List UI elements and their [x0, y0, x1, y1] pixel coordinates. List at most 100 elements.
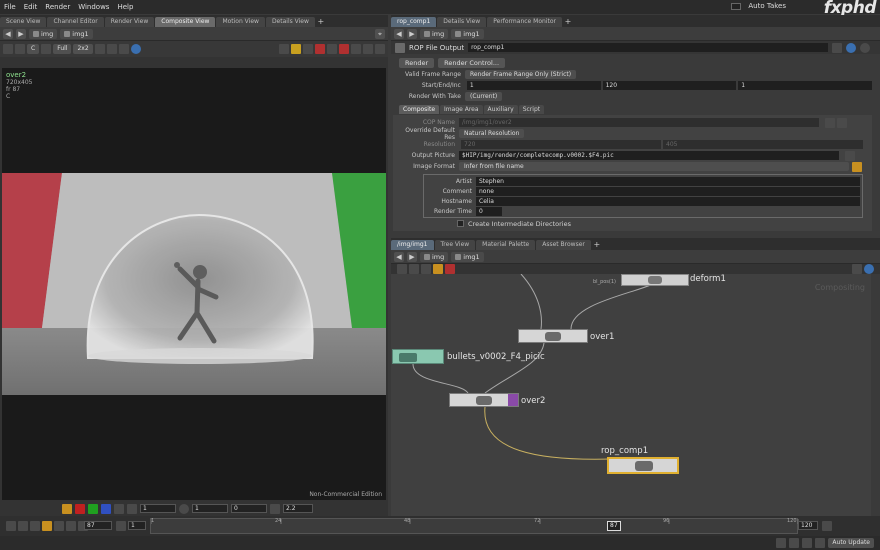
tab-channel-editor[interactable]: Channel Editor	[47, 17, 104, 27]
start-field[interactable]: 1	[466, 81, 601, 90]
tab-network-img1[interactable]: /img/img1	[391, 240, 434, 250]
zoom-in-icon[interactable]	[94, 44, 105, 54]
status-global-icon[interactable]	[789, 538, 800, 548]
menu-help[interactable]: Help	[113, 3, 137, 11]
flag-icon[interactable]	[339, 44, 349, 54]
valid-frame-range-dropdown[interactable]: Render Frame Range Only (Strict)	[465, 70, 577, 79]
add-tab-right-icon[interactable]: +	[563, 17, 573, 27]
net-list-icon[interactable]	[397, 264, 407, 274]
channel-dropdown[interactable]: C	[27, 44, 40, 54]
channel-red-icon[interactable]	[75, 503, 85, 514]
network-editor[interactable]: Compositing deform1 bl_pos(1) over1 bull…	[391, 274, 871, 516]
jump-start-icon[interactable]	[6, 521, 16, 531]
file-browse-icon[interactable]	[845, 150, 855, 161]
channel-alpha-icon[interactable]	[114, 503, 124, 514]
net-view-icon[interactable]	[852, 264, 862, 274]
car-icon[interactable]	[315, 44, 325, 54]
tab-auxiliary[interactable]: Auxiliary	[483, 105, 518, 114]
menu-file[interactable]: File	[0, 3, 20, 11]
net-color-icon[interactable]	[433, 264, 443, 274]
step-forward-icon[interactable]	[66, 521, 76, 531]
composite-viewport[interactable]: over2 720x405 fr 87 C Non-Commercial Edi…	[2, 68, 386, 500]
path-context[interactable]: img	[29, 28, 58, 39]
region-icon[interactable]	[363, 44, 373, 54]
hostname-field[interactable]: Celia	[476, 196, 860, 206]
net-path-node[interactable]: img1	[451, 251, 484, 262]
tab-details-view-right[interactable]: Details View	[437, 17, 487, 27]
proxy-dropdown[interactable]: 2x2	[73, 44, 93, 54]
status-audio-icon[interactable]	[802, 538, 813, 548]
keyframe-icon[interactable]	[116, 521, 126, 531]
net-grid-icon[interactable]	[409, 264, 419, 274]
tab-motion-view[interactable]: Motion View	[216, 17, 265, 27]
tab-composite[interactable]: Composite	[399, 105, 440, 114]
cop-name-field[interactable]: /img/img1/over2	[459, 118, 819, 127]
add-tab-icon[interactable]: +	[316, 17, 326, 27]
net-shape-icon[interactable]	[445, 264, 455, 274]
menu-windows[interactable]: Windows	[74, 3, 113, 11]
play-back-icon[interactable]	[30, 521, 40, 531]
param-path-node[interactable]: img1	[451, 28, 484, 39]
play-icon[interactable]	[54, 521, 64, 531]
net-forward-icon[interactable]: ▶	[407, 251, 417, 262]
node-over2[interactable]	[449, 393, 519, 407]
auto-update-dropdown[interactable]: Auto Update	[828, 538, 874, 548]
render-with-take-dropdown[interactable]: (Current)	[465, 92, 503, 101]
end-frame-field[interactable]: 120	[798, 521, 818, 530]
node-deform1[interactable]	[621, 274, 689, 286]
lut-icon[interactable]	[41, 44, 52, 54]
channel-blue-icon[interactable]	[101, 503, 111, 514]
auto-takes-toggle[interactable]: Auto Takes	[731, 2, 790, 10]
rop-name-field[interactable]: rop_comp1	[468, 43, 829, 52]
forward-icon[interactable]: ▶	[16, 28, 26, 39]
overlay-icon[interactable]	[303, 44, 313, 54]
plane-icon[interactable]	[15, 44, 25, 54]
menu-edit[interactable]: Edit	[20, 3, 42, 11]
param-forward-icon[interactable]: ▶	[407, 28, 417, 39]
info-icon[interactable]	[130, 44, 141, 54]
start-frame-field[interactable]: 1	[128, 521, 146, 530]
lut-toggle-icon[interactable]	[270, 503, 280, 514]
param-back-icon[interactable]: ◀	[394, 28, 404, 39]
format-options-icon[interactable]	[852, 161, 862, 172]
image-format-dropdown[interactable]: Infer from file name	[459, 162, 849, 171]
tab-scene-view[interactable]: Scene View	[0, 17, 47, 27]
tab-tree-view[interactable]: Tree View	[434, 240, 476, 250]
net-path-context[interactable]: img	[420, 251, 449, 262]
create-dirs-checkbox[interactable]	[457, 220, 464, 227]
node-rop-comp1[interactable]	[607, 457, 679, 474]
bookmark-icon[interactable]	[327, 44, 337, 54]
cop-jump-icon[interactable]	[825, 117, 835, 128]
grid-icon[interactable]	[351, 44, 361, 54]
render-button[interactable]: Render	[399, 57, 435, 68]
status-cook-icon[interactable]	[815, 538, 826, 548]
channel-r-icon[interactable]	[62, 503, 72, 514]
status-field-4[interactable]: 2.2	[283, 504, 313, 513]
display-flag-icon[interactable]	[508, 394, 518, 406]
fit-icon[interactable]	[118, 44, 129, 54]
tab-composite-view[interactable]: Composite View	[155, 17, 216, 27]
display-icon[interactable]	[127, 503, 137, 514]
tab-asset-browser[interactable]: Asset Browser	[536, 240, 591, 250]
render-time-field[interactable]: 0	[476, 206, 502, 216]
pin-icon[interactable]: ⌖	[375, 28, 385, 39]
tab-rop-comp1[interactable]: rop_comp1	[391, 17, 437, 27]
status-field-1[interactable]: 1	[140, 504, 176, 513]
comment-field[interactable]: none	[476, 186, 860, 196]
resolution-dropdown[interactable]: Full	[53, 44, 72, 54]
artist-field[interactable]: Stephen	[476, 176, 860, 186]
stop-icon[interactable]	[42, 521, 52, 531]
snapshot-icon[interactable]	[3, 44, 13, 54]
res-y-field[interactable]: 405	[663, 140, 863, 149]
param-info-icon[interactable]	[860, 42, 871, 53]
current-frame-field[interactable]: 87	[84, 521, 112, 530]
override-res-dropdown[interactable]: Natural Resolution	[459, 129, 525, 138]
node-file[interactable]	[392, 349, 444, 364]
compare-icon[interactable]	[291, 44, 301, 54]
node-over1[interactable]	[518, 329, 588, 343]
clip-icon[interactable]	[375, 44, 385, 54]
output-picture-field[interactable]: $HIP/img/render/completecomp.v0002.$F4.p…	[459, 151, 839, 160]
menu-render[interactable]: Render	[41, 3, 74, 11]
end-field[interactable]: 120	[602, 81, 737, 90]
range-icon[interactable]	[822, 521, 832, 531]
